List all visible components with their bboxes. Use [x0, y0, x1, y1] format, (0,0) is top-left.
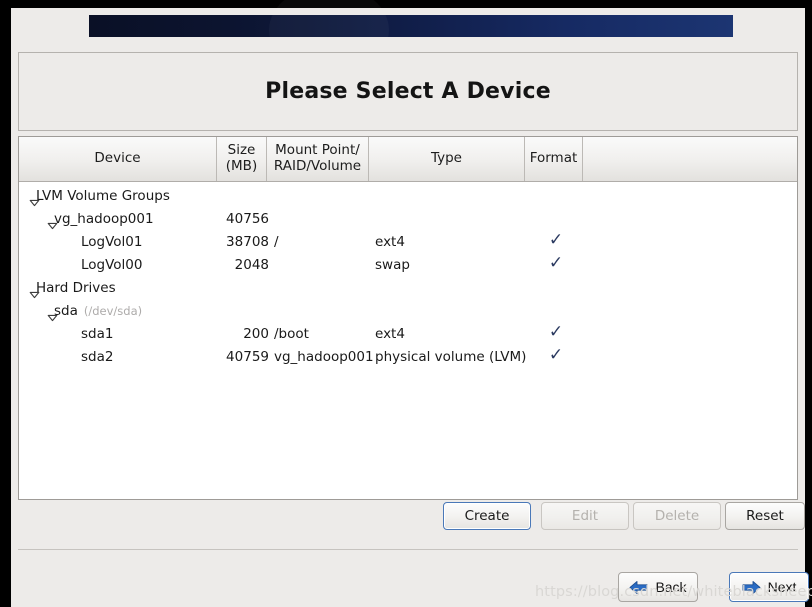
- device-name: LogVol00: [81, 256, 143, 273]
- cell-mount-point: /boot: [274, 325, 309, 342]
- delete-button: Delete: [633, 502, 721, 530]
- column-header-mountpoint-sublabel: RAID/Volume: [273, 158, 362, 174]
- check-icon: ✓: [548, 253, 564, 273]
- cell-size: 2048: [234, 256, 269, 273]
- check-icon: ✓: [548, 230, 564, 250]
- next-button-label: Next: [767, 579, 797, 595]
- column-header-type-label: Type: [430, 150, 462, 167]
- arrow-right-icon: [742, 580, 761, 595]
- check-icon: ✓: [548, 345, 564, 365]
- action-button-row: Create Edit Delete Reset: [11, 502, 805, 548]
- table-row[interactable]: LogVol00 2048 swap ✓: [19, 253, 797, 276]
- table-row[interactable]: vg_hadoop001 40756: [19, 207, 797, 230]
- cell-format: ✓: [527, 345, 585, 368]
- cell-type: physical volume (LVM): [375, 348, 527, 365]
- edit-button: Edit: [541, 502, 629, 530]
- cell-format: [527, 276, 585, 299]
- cell-size: 40759: [226, 348, 269, 365]
- cell-size: 200: [243, 325, 269, 342]
- device-name: LogVol01: [81, 233, 143, 250]
- table-row[interactable]: Hard Drives: [19, 276, 797, 299]
- device-name: LVM Volume Groups: [36, 187, 170, 204]
- column-header-format-label: Format: [529, 150, 578, 167]
- table-body: LVM Volume Groups vg_hadoop001 40756 LogVol…: [19, 182, 797, 499]
- create-button[interactable]: Create: [443, 502, 531, 530]
- title-panel: Please Select A Device: [18, 52, 798, 131]
- cell-size: 38708: [226, 233, 269, 250]
- device-name: sda2: [81, 348, 114, 365]
- installer-banner: [89, 15, 733, 37]
- table-row[interactable]: LogVol01 38708 / ext4 ✓: [19, 230, 797, 253]
- cell-device: sda2: [81, 345, 113, 368]
- cell-size: [193, 299, 269, 322]
- cell-format: ✓: [527, 253, 585, 276]
- table-row[interactable]: sda1 200/boot ext4 ✓: [19, 322, 797, 345]
- arrow-left-icon: [629, 580, 648, 595]
- cell-device: LogVol00: [81, 253, 143, 276]
- next-button[interactable]: Next: [729, 572, 809, 602]
- device-tree-panel[interactable]: Device Size (MB) Mount Point/ RAID/Volum…: [18, 136, 798, 500]
- column-header-size-sublabel: (MB): [225, 158, 258, 174]
- installer-window: Please Select A Device Device Size (MB) …: [11, 8, 812, 607]
- check-icon: ✓: [548, 322, 564, 342]
- cell-type: ext4: [375, 325, 405, 342]
- banner-area: [11, 8, 805, 52]
- reset-button[interactable]: Reset: [725, 502, 805, 530]
- cell-device: sda1: [81, 322, 113, 345]
- device-name: sda1: [81, 325, 114, 342]
- table-header-row: Device Size (MB) Mount Point/ RAID/Volum…: [19, 137, 797, 182]
- cell-size: [193, 276, 269, 299]
- cell-device: Hard Drives: [29, 276, 116, 299]
- cell-mount-point: vg_hadoop001: [274, 348, 374, 365]
- table-row[interactable]: sda (/dev/sda): [19, 299, 797, 322]
- cell-format: ✓: [527, 322, 585, 345]
- cell-device: LogVol01: [81, 230, 143, 253]
- cell-device: sda (/dev/sda): [47, 299, 142, 322]
- cell-mount-point: /: [274, 233, 279, 250]
- column-header-size[interactable]: Size (MB): [217, 137, 267, 181]
- cell-format: [527, 184, 585, 207]
- back-button-label: Back: [655, 579, 687, 595]
- cell-format: ✓: [527, 230, 585, 253]
- column-header-device-label: Device: [94, 150, 141, 167]
- cell-device: LVM Volume Groups: [29, 184, 170, 207]
- cell-type: ext4: [375, 233, 405, 250]
- cell-device: vg_hadoop001: [47, 207, 154, 230]
- device-name: Hard Drives: [36, 279, 116, 296]
- column-header-mountpoint-label: Mount Point/: [275, 142, 360, 159]
- table-row[interactable]: LVM Volume Groups: [19, 184, 797, 207]
- column-header-device[interactable]: Device: [19, 137, 217, 181]
- column-header-format[interactable]: Format: [525, 137, 583, 181]
- back-button[interactable]: Back: [618, 572, 698, 602]
- device-name: vg_hadoop001: [54, 210, 154, 227]
- page-title: Please Select A Device: [265, 79, 551, 104]
- column-header-filler: [583, 137, 797, 181]
- column-header-type[interactable]: Type: [369, 137, 525, 181]
- cell-type: swap: [375, 256, 410, 273]
- cell-format: [527, 299, 585, 322]
- cell-size: 40756: [226, 210, 269, 227]
- cell-size: [193, 184, 269, 207]
- cell-format: [527, 207, 585, 230]
- table-row[interactable]: sda2 40759 vg_hadoop001 physical volume (LV…: [19, 345, 797, 368]
- navigation-row: Back Next: [11, 550, 809, 607]
- column-header-size-label: Size: [227, 142, 256, 159]
- column-header-mountpoint[interactable]: Mount Point/ RAID/Volume: [267, 137, 369, 181]
- device-path: (/dev/sda): [83, 303, 143, 318]
